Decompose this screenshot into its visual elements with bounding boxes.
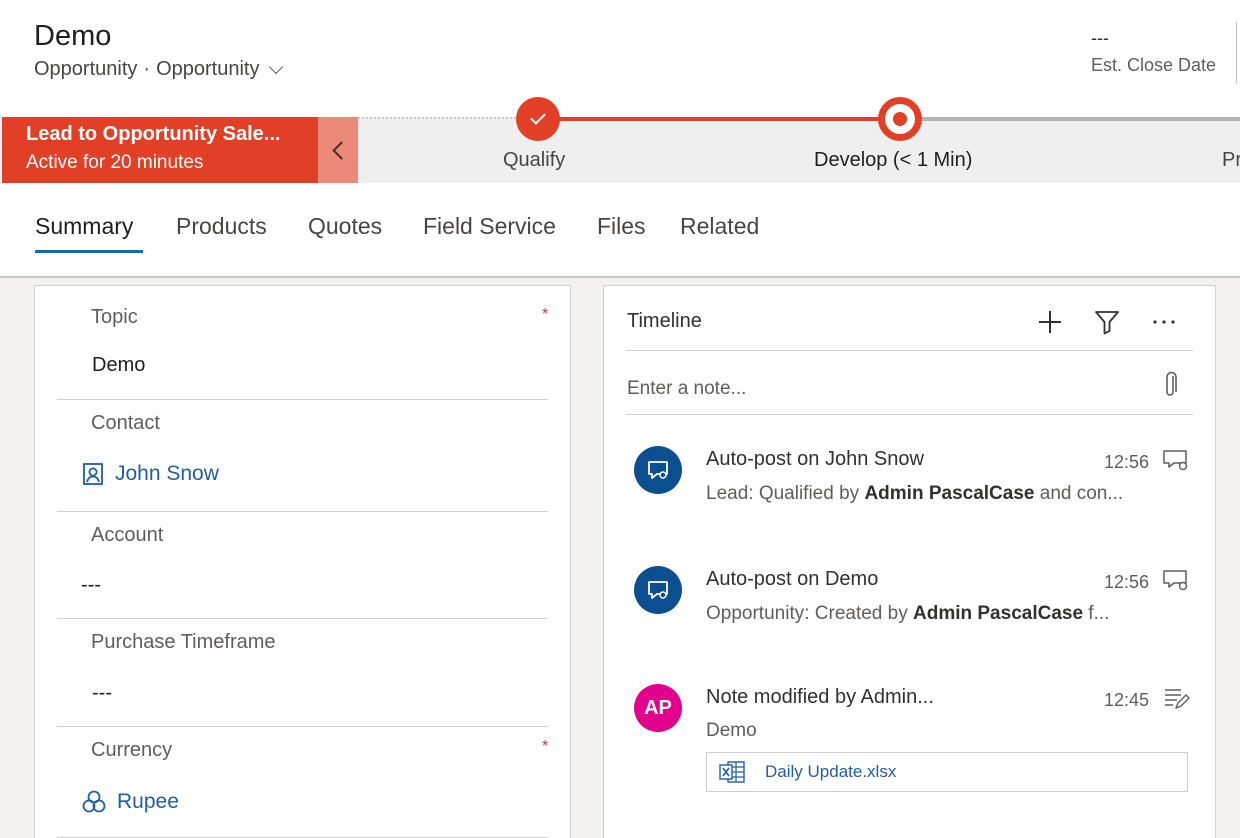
- post-body: Lead: Qualified by Admin PascalCase and …: [706, 483, 1124, 504]
- note-icon: [1165, 689, 1190, 709]
- currency-value[interactable]: Rupee: [117, 790, 179, 814]
- tab-products[interactable]: Products: [176, 213, 267, 240]
- post-body: Opportunity: Created by Admin PascalCase…: [706, 603, 1110, 624]
- active-tab-indicator: [35, 250, 143, 253]
- topic-field[interactable]: Demo: [92, 354, 145, 377]
- est-close-date-value: ---: [1090, 28, 1109, 48]
- form-tabs: Summary Products Quotes Field Service Fi…: [0, 183, 1240, 278]
- filter-icon[interactable]: [1093, 308, 1121, 336]
- auto-post-type-icon: [1163, 450, 1188, 471]
- timeline-panel: Timeline Enter a note... Auto-post on Jo…: [603, 285, 1216, 838]
- topic-label: Topic: [91, 306, 138, 328]
- timeline-divider: [626, 414, 1193, 415]
- post-time: 12:45: [1104, 690, 1150, 710]
- chevron-left-icon: [331, 140, 351, 160]
- attachment-file[interactable]: Daily Update.xlsx: [706, 752, 1188, 792]
- stage-develop-label[interactable]: Develop (< 1 Min): [814, 149, 972, 172]
- record-subtitle: Opportunity · Opportunity: [34, 58, 284, 81]
- process-name: Lead to Opportunity Sale...: [26, 123, 281, 145]
- auto-post-icon: [648, 581, 668, 599]
- tab-quotes[interactable]: Quotes: [308, 213, 382, 240]
- contact-label: Contact: [91, 412, 160, 434]
- post-title[interactable]: Auto-post on John Snow: [706, 448, 924, 471]
- field-divider: [57, 399, 548, 400]
- account-label: Account: [91, 524, 164, 546]
- stage-qualify-label[interactable]: Qualify: [503, 149, 565, 172]
- topic-required-marker: *: [542, 306, 549, 323]
- currency-required-marker: *: [542, 738, 549, 755]
- more-options-icon[interactable]: [1150, 308, 1178, 336]
- post-time: 12:56: [1104, 452, 1150, 472]
- est-close-date-label: Est. Close Date: [1090, 55, 1216, 75]
- currency-lookup[interactable]: Rupee: [81, 789, 179, 815]
- record-header: Demo Opportunity · Opportunity --- Est. …: [0, 0, 1240, 117]
- contact-card-icon: [83, 463, 103, 485]
- record-title: Demo: [34, 20, 112, 52]
- post-title[interactable]: Auto-post on Demo: [706, 568, 878, 591]
- excel-file-icon: [719, 761, 745, 783]
- currency-icon: [82, 790, 106, 813]
- timeline-divider: [626, 350, 1193, 351]
- purchase-timeframe-field[interactable]: ---: [92, 682, 112, 705]
- purchase-timeframe-label: Purchase Timeframe: [91, 631, 276, 653]
- field-divider: [57, 618, 548, 619]
- business-process-flow: Lead to Opportunity Sale... Active for 2…: [0, 97, 1240, 183]
- checkmark-icon: [530, 109, 546, 125]
- contact-value[interactable]: John Snow: [115, 462, 219, 486]
- auto-post-avatar: [634, 566, 682, 614]
- process-track-completed: [538, 117, 900, 121]
- auto-post-avatar: [634, 446, 682, 494]
- field-divider: [57, 726, 548, 727]
- auto-post-type-icon: [1163, 570, 1188, 591]
- auto-post-icon: [648, 461, 668, 479]
- post-title[interactable]: Note modified by Admin...: [706, 686, 934, 709]
- stage-propose-label[interactable]: Pr: [1222, 149, 1240, 172]
- subtitle-separator: ·: [143, 58, 151, 80]
- chevron-down-icon[interactable]: [269, 59, 284, 74]
- field-divider: [57, 511, 548, 512]
- attachment-file-name[interactable]: Daily Update.xlsx: [765, 762, 896, 782]
- tab-related[interactable]: Related: [680, 213, 759, 240]
- user-avatar: AP: [634, 684, 682, 732]
- attachment-icon[interactable]: [1160, 370, 1180, 400]
- stage-qualify-complete-icon[interactable]: [516, 97, 560, 141]
- currency-label: Currency: [91, 739, 173, 761]
- note-body: Demo: [706, 720, 757, 741]
- process-active-duration: Active for 20 minutes: [26, 152, 204, 173]
- process-track-remaining: [900, 117, 1240, 121]
- process-name-panel[interactable]: Lead to Opportunity Sale... Active for 2…: [2, 117, 318, 183]
- tab-files[interactable]: Files: [597, 213, 646, 240]
- post-time: 12:56: [1104, 572, 1150, 592]
- stage-develop-current-icon[interactable]: [878, 97, 922, 141]
- account-field[interactable]: ---: [81, 574, 101, 597]
- tab-field-service[interactable]: Field Service: [423, 213, 556, 240]
- timeline-title: Timeline: [627, 310, 702, 332]
- tab-summary[interactable]: Summary: [35, 213, 133, 240]
- form-selector[interactable]: Opportunity: [156, 58, 259, 81]
- header-field-est-close-date[interactable]: --- Est. Close Date: [1091, 28, 1216, 76]
- header-divider: [1236, 22, 1237, 84]
- collapse-process-button[interactable]: [318, 117, 358, 183]
- summary-form-section: Topic * Demo Contact John Snow Account -…: [34, 285, 571, 838]
- plus-icon[interactable]: [1036, 308, 1064, 336]
- entity-name: Opportunity: [34, 58, 138, 80]
- note-input[interactable]: Enter a note...: [627, 378, 746, 400]
- contact-lookup[interactable]: John Snow: [81, 462, 219, 486]
